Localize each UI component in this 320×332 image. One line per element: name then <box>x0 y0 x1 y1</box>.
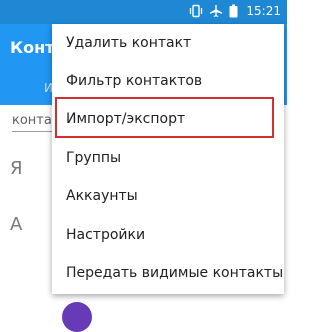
menu-item-share-visible-contacts[interactable]: Передать видимые контакты <box>52 254 284 292</box>
menu-item-contact-filter[interactable]: Фильтр контактов <box>52 62 284 100</box>
overflow-menu: Удалить контакт Фильтр контактов Импорт/… <box>52 24 284 294</box>
vibrate-icon <box>189 4 203 18</box>
menu-item-accounts[interactable]: Аккаунты <box>52 177 284 215</box>
avatar[interactable] <box>62 302 92 332</box>
status-icons: 15:21 <box>189 0 281 22</box>
menu-item-delete-contact[interactable]: Удалить контакт <box>52 24 284 62</box>
highlight-frame <box>55 97 274 138</box>
section-letter-a: А <box>10 214 23 235</box>
section-letter-ya: Я <box>10 158 23 179</box>
status-bar: 15:21 <box>0 0 287 24</box>
status-time: 15:21 <box>246 4 281 18</box>
airplane-icon <box>209 4 223 18</box>
battery-icon <box>229 4 238 18</box>
menu-item-settings[interactable]: Настройки <box>52 216 284 254</box>
menu-item-groups[interactable]: Группы <box>52 139 284 177</box>
